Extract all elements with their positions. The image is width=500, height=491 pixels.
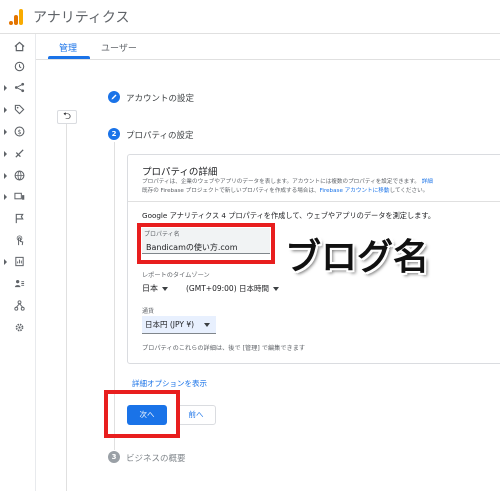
sidebar-monetization[interactable]: $ xyxy=(0,124,36,140)
firebase-link[interactable]: Firebase アカウントに移動 xyxy=(320,188,390,194)
report-icon xyxy=(15,256,24,267)
touch-icon xyxy=(16,235,24,246)
audience-icon xyxy=(14,280,25,288)
clock-icon xyxy=(14,61,25,72)
hierarchy-icon xyxy=(14,300,25,311)
timezone-country-select[interactable]: 日本 xyxy=(142,283,168,294)
sidebar-lifecycle[interactable] xyxy=(0,80,36,96)
timezone-country-value: 日本 xyxy=(142,284,158,293)
svg-text:$: $ xyxy=(17,128,21,136)
chevron-down-icon xyxy=(204,323,210,327)
retention-icon xyxy=(15,149,24,158)
sidebar-audiences[interactable] xyxy=(0,276,36,292)
sidebar-engagement[interactable] xyxy=(0,233,36,249)
analytics-logo-icon xyxy=(9,9,23,25)
sidebar-demographics[interactable] xyxy=(0,168,36,184)
tab-bar: 管理 ユーザー xyxy=(36,34,500,60)
sidebar-home[interactable] xyxy=(0,39,36,55)
card-title: プロパティの詳細 xyxy=(142,167,218,178)
tab-admin[interactable]: 管理 xyxy=(59,41,77,54)
tab-divider xyxy=(36,59,500,60)
highlight-box-property-name xyxy=(137,223,275,264)
card-description-text-2: 既存の Firebase プロジェクトで新しいプロパティを作成する場合は、 xyxy=(142,188,320,194)
sidebar-tech[interactable] xyxy=(0,189,36,205)
card-separator xyxy=(128,201,500,202)
card-description-line1: プロパティは、企業のウェブやアプリのデータを表します。アカウントには複数のプロパ… xyxy=(142,177,433,185)
footnote: プロパティのこれらの詳細は、後で [管理] で編集できます xyxy=(142,345,306,352)
sidebar-realtime[interactable] xyxy=(0,59,36,75)
currency-value: 日本円 (JPY ¥) xyxy=(145,320,195,329)
chevron-down-icon xyxy=(273,287,279,291)
step-3-number: 3 xyxy=(108,451,120,463)
annotation-label: ブログ名 xyxy=(285,237,430,278)
highlight-box-next xyxy=(104,390,180,438)
back-button[interactable]: ⮌ xyxy=(57,110,77,124)
card-description-text-3: してください。 xyxy=(389,188,429,194)
tag-icon xyxy=(14,104,25,115)
step-3-label: ビジネスの概要 xyxy=(126,454,186,464)
gear-icon xyxy=(15,323,24,332)
step-2-number: 2 xyxy=(108,128,120,140)
chevron-down-icon xyxy=(162,286,168,291)
sidebar: $ xyxy=(0,34,36,491)
sidebar-retention[interactable] xyxy=(0,146,36,162)
advanced-options-link[interactable]: 詳細オプションを表示 xyxy=(132,378,207,389)
step-1-done-icon xyxy=(108,91,120,103)
learn-more-link[interactable]: 詳細 xyxy=(422,179,433,185)
home-icon xyxy=(14,41,25,52)
tab-user[interactable]: ユーザー xyxy=(101,41,137,54)
app-header: アナリティクス xyxy=(0,0,500,34)
previous-button[interactable]: 前へ xyxy=(176,405,216,425)
app-title: アナリティクス xyxy=(33,10,130,26)
dollar-icon: $ xyxy=(14,126,25,137)
branch-icon xyxy=(14,82,25,93)
flag-icon xyxy=(15,213,24,224)
sidebar-events[interactable] xyxy=(0,211,36,227)
currency-label: 通貨 xyxy=(142,308,155,315)
intro-text: Google アナリティクス 4 プロパティを作成して、ウェブやアプリのデータを… xyxy=(142,211,436,220)
step-1-label: アカウントの設定 xyxy=(126,94,195,104)
sidebar-explorations[interactable] xyxy=(0,254,36,270)
divider-line xyxy=(66,124,67,491)
sidebar-admin[interactable] xyxy=(0,320,36,336)
step-2-label: プロパティの設定 xyxy=(126,131,194,141)
card-description-line2: 既存の Firebase プロジェクトで新しいプロパティを作成する場合は、Fir… xyxy=(142,186,428,194)
devices-icon xyxy=(14,192,25,200)
timezone-select[interactable]: (GMT+09:00) 日本時間 xyxy=(186,283,279,294)
sidebar-acquisition[interactable] xyxy=(0,102,36,118)
sidebar-data-streams[interactable] xyxy=(0,298,36,314)
card-description-text: プロパティは、企業のウェブやアプリのデータを表します。アカウントには複数のプロパ… xyxy=(142,179,420,185)
timezone-label: レポートのタイムゾーン xyxy=(142,272,210,279)
globe-icon xyxy=(14,170,25,181)
timezone-value: (GMT+09:00) 日本時間 xyxy=(186,284,269,293)
currency-select[interactable]: 日本円 (JPY ¥) xyxy=(142,316,216,334)
